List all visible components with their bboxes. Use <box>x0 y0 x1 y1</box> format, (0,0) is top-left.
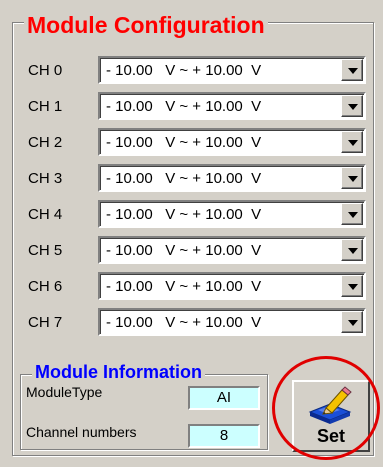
channel-numbers-value: 8 <box>188 424 260 448</box>
channel-0-range-select[interactable]: - 10.00 V ~ + 10.00 V <box>98 56 366 84</box>
dropdown-button[interactable] <box>341 131 363 153</box>
channel-range-value: - 10.00 V ~ + 10.00 V <box>106 314 262 331</box>
set-button-label: Set <box>316 426 345 446</box>
channel-range-value: - 10.00 V ~ + 10.00 V <box>106 62 262 79</box>
channel-range-value: - 10.00 V ~ + 10.00 V <box>106 170 262 187</box>
channel-range-value: - 10.00 V ~ + 10.00 V <box>106 98 262 115</box>
channel-2-range-select[interactable]: - 10.00 V ~ + 10.00 V <box>98 128 366 156</box>
channel-label: CH 2 <box>28 134 63 151</box>
chevron-down-icon <box>348 68 358 74</box>
channel-row-7: CH 7 - 10.00 V ~ + 10.00 V <box>28 308 368 336</box>
channel-row-6: CH 6 - 10.00 V ~ + 10.00 V <box>28 272 368 300</box>
dropdown-button[interactable] <box>341 167 363 189</box>
channel-4-range-select[interactable]: - 10.00 V ~ + 10.00 V <box>98 200 366 228</box>
module-type-value: AI <box>188 386 260 410</box>
chevron-down-icon <box>348 176 358 182</box>
dropdown-button[interactable] <box>341 203 363 225</box>
set-button[interactable]: Set <box>292 380 370 452</box>
dropdown-button[interactable] <box>341 95 363 117</box>
chevron-down-icon <box>348 320 358 326</box>
chevron-down-icon <box>348 212 358 218</box>
chevron-down-icon <box>348 248 358 254</box>
module-information-title: Module Information <box>32 362 205 382</box>
channel-1-range-select[interactable]: - 10.00 V ~ + 10.00 V <box>98 92 366 120</box>
chevron-down-icon <box>348 140 358 146</box>
module-type-label: ModuleType <box>26 384 103 400</box>
channel-row-3: CH 3 - 10.00 V ~ + 10.00 V <box>28 164 368 192</box>
channel-5-range-select[interactable]: - 10.00 V ~ + 10.00 V <box>98 236 366 264</box>
channel-row-1: CH 1 - 10.00 V ~ + 10.00 V <box>28 92 368 120</box>
channel-label: CH 6 <box>28 278 63 295</box>
channel-numbers-label: Channel numbers <box>26 424 137 440</box>
channel-label: CH 4 <box>28 206 63 223</box>
channel-row-2: CH 2 - 10.00 V ~ + 10.00 V <box>28 128 368 156</box>
channel-label: CH 0 <box>28 62 63 79</box>
channel-3-range-select[interactable]: - 10.00 V ~ + 10.00 V <box>98 164 366 192</box>
channel-6-range-select[interactable]: - 10.00 V ~ + 10.00 V <box>98 272 366 300</box>
channel-label: CH 1 <box>28 98 63 115</box>
channel-row-4: CH 4 - 10.00 V ~ + 10.00 V <box>28 200 368 228</box>
channel-label: CH 3 <box>28 170 63 187</box>
chevron-down-icon <box>348 284 358 290</box>
channel-range-value: - 10.00 V ~ + 10.00 V <box>106 278 262 295</box>
dropdown-button[interactable] <box>341 311 363 333</box>
edit-pencil-icon <box>308 386 352 424</box>
channel-label: CH 7 <box>28 314 63 331</box>
channel-range-value: - 10.00 V ~ + 10.00 V <box>106 242 262 259</box>
channel-range-value: - 10.00 V ~ + 10.00 V <box>106 134 262 151</box>
channel-row-5: CH 5 - 10.00 V ~ + 10.00 V <box>28 236 368 264</box>
dropdown-button[interactable] <box>341 275 363 297</box>
dropdown-button[interactable] <box>341 59 363 81</box>
dropdown-button[interactable] <box>341 239 363 261</box>
channel-row-0: CH 0 - 10.00 V ~ + 10.00 V <box>28 56 368 84</box>
module-configuration-title: Module Configuration <box>24 12 268 38</box>
channel-range-value: - 10.00 V ~ + 10.00 V <box>106 206 262 223</box>
channel-label: CH 5 <box>28 242 63 259</box>
chevron-down-icon <box>348 104 358 110</box>
channel-7-range-select[interactable]: - 10.00 V ~ + 10.00 V <box>98 308 366 336</box>
